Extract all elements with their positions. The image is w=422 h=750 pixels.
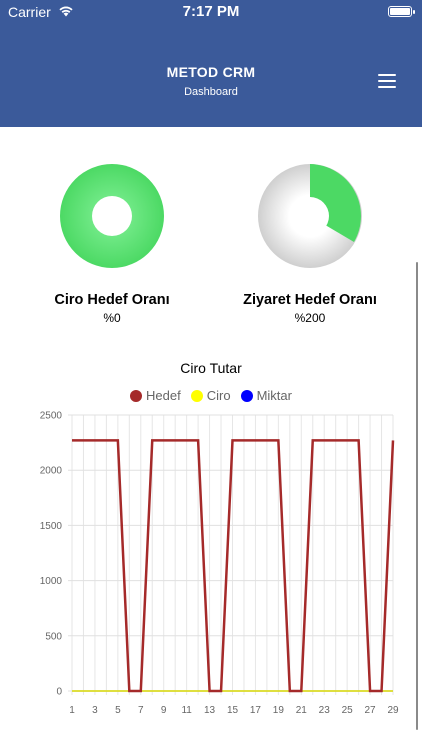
x-tick-label: 19 <box>273 705 285 716</box>
app-header: METOD CRM Dashboard <box>0 24 422 127</box>
ziyaret-hedef-gauge <box>258 164 362 268</box>
x-tick-label: 23 <box>319 705 331 716</box>
x-tick-label: 21 <box>296 705 308 716</box>
x-tick-label: 9 <box>161 705 167 716</box>
app-title: METOD CRM <box>166 64 256 80</box>
y-tick-label: 0 <box>56 687 62 698</box>
ciro-hedef-label: Ciro Hedef Oranı <box>54 292 170 308</box>
chart-title: Ciro Tutar <box>180 360 242 376</box>
x-tick-label: 13 <box>204 705 216 716</box>
ciro-hedef-gauge <box>60 164 164 268</box>
y-tick-label: 500 <box>45 631 62 642</box>
ziyaret-hedef-value: %200 <box>294 311 326 325</box>
status-bar: Carrier 7:17 PM <box>0 0 422 24</box>
x-tick-label: 17 <box>250 705 262 716</box>
battery-icon <box>388 6 415 17</box>
y-tick-label: 1000 <box>40 576 63 587</box>
x-tick-label: 5 <box>115 705 121 716</box>
line-chart: 050010001500200025001 3 5 7 9 11 13 15 17 19 21 23 2… <box>40 411 399 717</box>
ciro-hedef-value: %0 <box>103 311 121 325</box>
x-tick-label: 3 <box>92 705 98 716</box>
x-tick-label: 29 <box>387 705 399 716</box>
y-tick-label: 1500 <box>40 521 63 532</box>
x-tick-label: 27 <box>365 705 377 716</box>
x-tick-label: 1 <box>69 705 75 716</box>
x-tick-label: 15 <box>227 705 239 716</box>
hamburger-menu-icon[interactable] <box>378 74 396 88</box>
y-tick-label: 2000 <box>40 466 63 477</box>
x-tick-label: 7 <box>138 705 144 716</box>
status-time: 7:17 PM <box>182 3 240 20</box>
x-tick-label: 11 <box>181 705 192 716</box>
app-subtitle: Dashboard <box>184 86 238 98</box>
y-tick-label: 2500 <box>40 411 63 422</box>
ziyaret-hedef-label: Ziyaret Hedef Oranı <box>243 292 377 308</box>
x-tick-label: 25 <box>342 705 354 716</box>
